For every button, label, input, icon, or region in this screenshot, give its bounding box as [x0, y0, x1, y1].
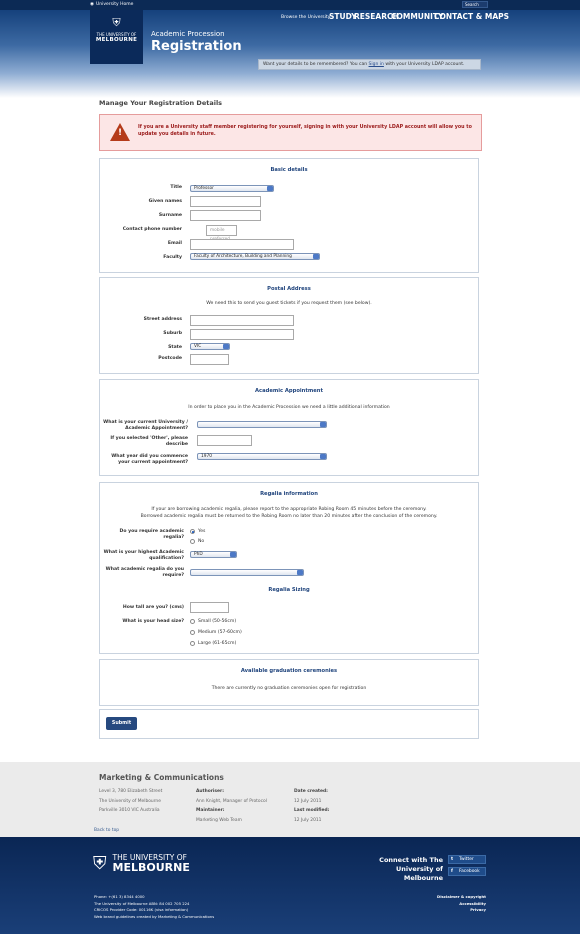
suburb-input[interactable]	[190, 329, 294, 340]
regalia-type-label: What academic regalia do you require?	[105, 567, 184, 578]
height-label: How tall are you? (cms)	[122, 605, 184, 610]
appointment-intro: In order to place you in the Academic Pr…	[188, 405, 390, 410]
head-size-medium-radio[interactable]: Medium (57-60cm)	[190, 630, 242, 635]
footer-logo[interactable]: ⛨ THE UNIVERSITY OF MELBOURNE	[93, 853, 190, 874]
footer-dept-title: Marketing & Communications	[99, 773, 224, 782]
regalia-type-select[interactable]	[190, 569, 304, 576]
section-heading: Regalia information	[260, 491, 318, 497]
faculty-label: Faculty	[163, 255, 182, 260]
submit-button[interactable]: Submit	[106, 717, 137, 730]
postcode-input[interactable]	[190, 354, 229, 365]
top-bar: ◉ University Home Search	[0, 0, 580, 10]
warning-box: ! If you are a University staff member r…	[99, 114, 482, 151]
footer-info	[0, 762, 580, 837]
require-regalia-label: Do you require academic regalia?	[119, 529, 185, 540]
section-heading: Basic details	[270, 167, 308, 173]
browse-university-link[interactable]: Browse the University	[281, 15, 330, 20]
radio-icon	[190, 641, 195, 646]
regalia-yes-radio[interactable]: Yes	[190, 529, 205, 534]
other-describe-label: If you selected 'Other', please describe	[110, 436, 188, 447]
regalia-no-radio[interactable]: No	[190, 539, 204, 544]
regalia-section: Regalia information If your are borrowin…	[99, 482, 479, 654]
radio-icon	[190, 630, 195, 635]
ceremonies-text: There are currently no graduation ceremo…	[211, 686, 367, 691]
footer-links: Disclaimer & copyright Accessibility Pri…	[436, 894, 486, 914]
university-logo[interactable]: ⛨ THE UNIVERSITY OF MELBOURNE	[90, 10, 143, 64]
section-heading: Academic Appointment	[255, 388, 323, 394]
basic-details-section: Basic details Title Professor Given name…	[99, 158, 479, 273]
radio-icon	[190, 539, 195, 544]
state-select[interactable]: VIC	[190, 343, 230, 350]
disclaimer-link[interactable]: Disclaimer & copyright	[436, 894, 486, 901]
accessibility-link[interactable]: Accessibility	[436, 901, 486, 908]
footer-dates: Date created: 12 July 2011 Last modified:…	[294, 789, 330, 824]
surname-input[interactable]	[190, 210, 261, 221]
academic-appointment-section: Academic Appointment In order to place y…	[99, 379, 479, 476]
regalia-sizing-heading: Regalia Sizing	[268, 587, 310, 593]
back-to-top-link[interactable]: Back to top	[94, 828, 119, 833]
postal-intro: We need this to send you guest tickets i…	[206, 301, 372, 306]
head-size-large-radio[interactable]: Large (61-65cm)	[190, 641, 236, 646]
postcode-label: Postcode	[158, 356, 182, 361]
surname-label: Surname	[158, 213, 182, 218]
state-label: State	[168, 345, 182, 350]
crest-icon: ⛨	[93, 853, 107, 874]
faculty-select[interactable]: Faculty of Architecture, Building and Pl…	[190, 253, 320, 260]
connect-text: Connect with The University of Melbourne	[379, 856, 443, 882]
footer-address: Level 3, 780 Elizabeth Street The Univers…	[99, 789, 163, 814]
section-heading: Available graduation ceremonies	[240, 668, 338, 674]
radio-icon	[190, 619, 195, 624]
page-title: Manage Your Registration Details	[99, 99, 223, 107]
nav-contact-maps[interactable]: CONTACT & MAPS	[434, 12, 509, 21]
sign-in-link[interactable]: Sign in	[369, 62, 384, 67]
header-banner	[0, 10, 580, 98]
home-icon: ◉	[90, 2, 94, 7]
submit-section	[99, 709, 479, 739]
qualification-label: What is your highest Academic qualificati…	[103, 550, 184, 561]
other-describe-input[interactable]	[197, 435, 252, 446]
email-label: Email	[167, 241, 182, 246]
warning-icon: !	[110, 123, 130, 141]
title-select[interactable]: Professor	[190, 185, 274, 192]
university-home-link[interactable]: ◉ University Home	[90, 2, 133, 7]
height-input[interactable]	[190, 602, 229, 613]
given-names-label: Given names	[148, 199, 182, 204]
qualification-select[interactable]: PhD	[190, 551, 237, 558]
radio-selected-icon	[190, 529, 195, 534]
twitter-link[interactable]: t Twitter	[448, 855, 486, 864]
crest-icon: ⛨	[112, 16, 121, 29]
street-input[interactable]	[190, 315, 294, 326]
ceremonies-section: Available graduation ceremonies There ar…	[99, 659, 479, 706]
head-size-small-radio[interactable]: Small (50-56cm)	[190, 619, 236, 624]
privacy-link[interactable]: Privacy	[436, 907, 486, 914]
commence-year-label: What year did you commence your current a…	[111, 454, 188, 465]
section-heading: Postal Address	[267, 286, 311, 292]
warning-text: If you are a University staff member reg…	[138, 125, 472, 137]
remember-notice: Want your details to be remembered? You …	[258, 59, 481, 70]
facebook-link[interactable]: f Facebook	[448, 867, 486, 876]
current-appointment-label: What is your current University / Academi…	[103, 420, 188, 431]
page-subtitle: Academic Procession	[151, 30, 225, 38]
phone-input[interactable]: mobile preferred	[206, 225, 237, 242]
facebook-icon: f	[451, 869, 453, 874]
given-names-input[interactable]	[190, 196, 261, 207]
postal-address-section: Postal Address We need this to send you …	[99, 277, 479, 374]
commence-year-select[interactable]: 1970	[197, 453, 327, 460]
street-label: Street address	[143, 317, 182, 322]
regalia-intro: If your are borrowing academic regalia, …	[140, 507, 438, 519]
nav-study[interactable]: STUDY	[329, 12, 357, 21]
page-heading: Registration	[151, 39, 242, 54]
suburb-label: Suburb	[163, 331, 182, 336]
phone-label: Contact phone number	[122, 227, 182, 232]
twitter-icon: t	[451, 857, 454, 862]
title-label: Title	[170, 185, 182, 190]
footer-main	[0, 837, 580, 934]
footer-authoriser: Authoriser: Ann Knight, Manager of Protoc…	[196, 789, 267, 824]
search-input[interactable]: Search	[462, 1, 488, 8]
current-appointment-select[interactable]	[197, 421, 327, 428]
footer-legal: Phone: +(61 3) 8344 4000 The University o…	[94, 894, 215, 919]
email-input[interactable]	[190, 239, 294, 250]
head-size-label: What is your head size?	[122, 619, 184, 624]
